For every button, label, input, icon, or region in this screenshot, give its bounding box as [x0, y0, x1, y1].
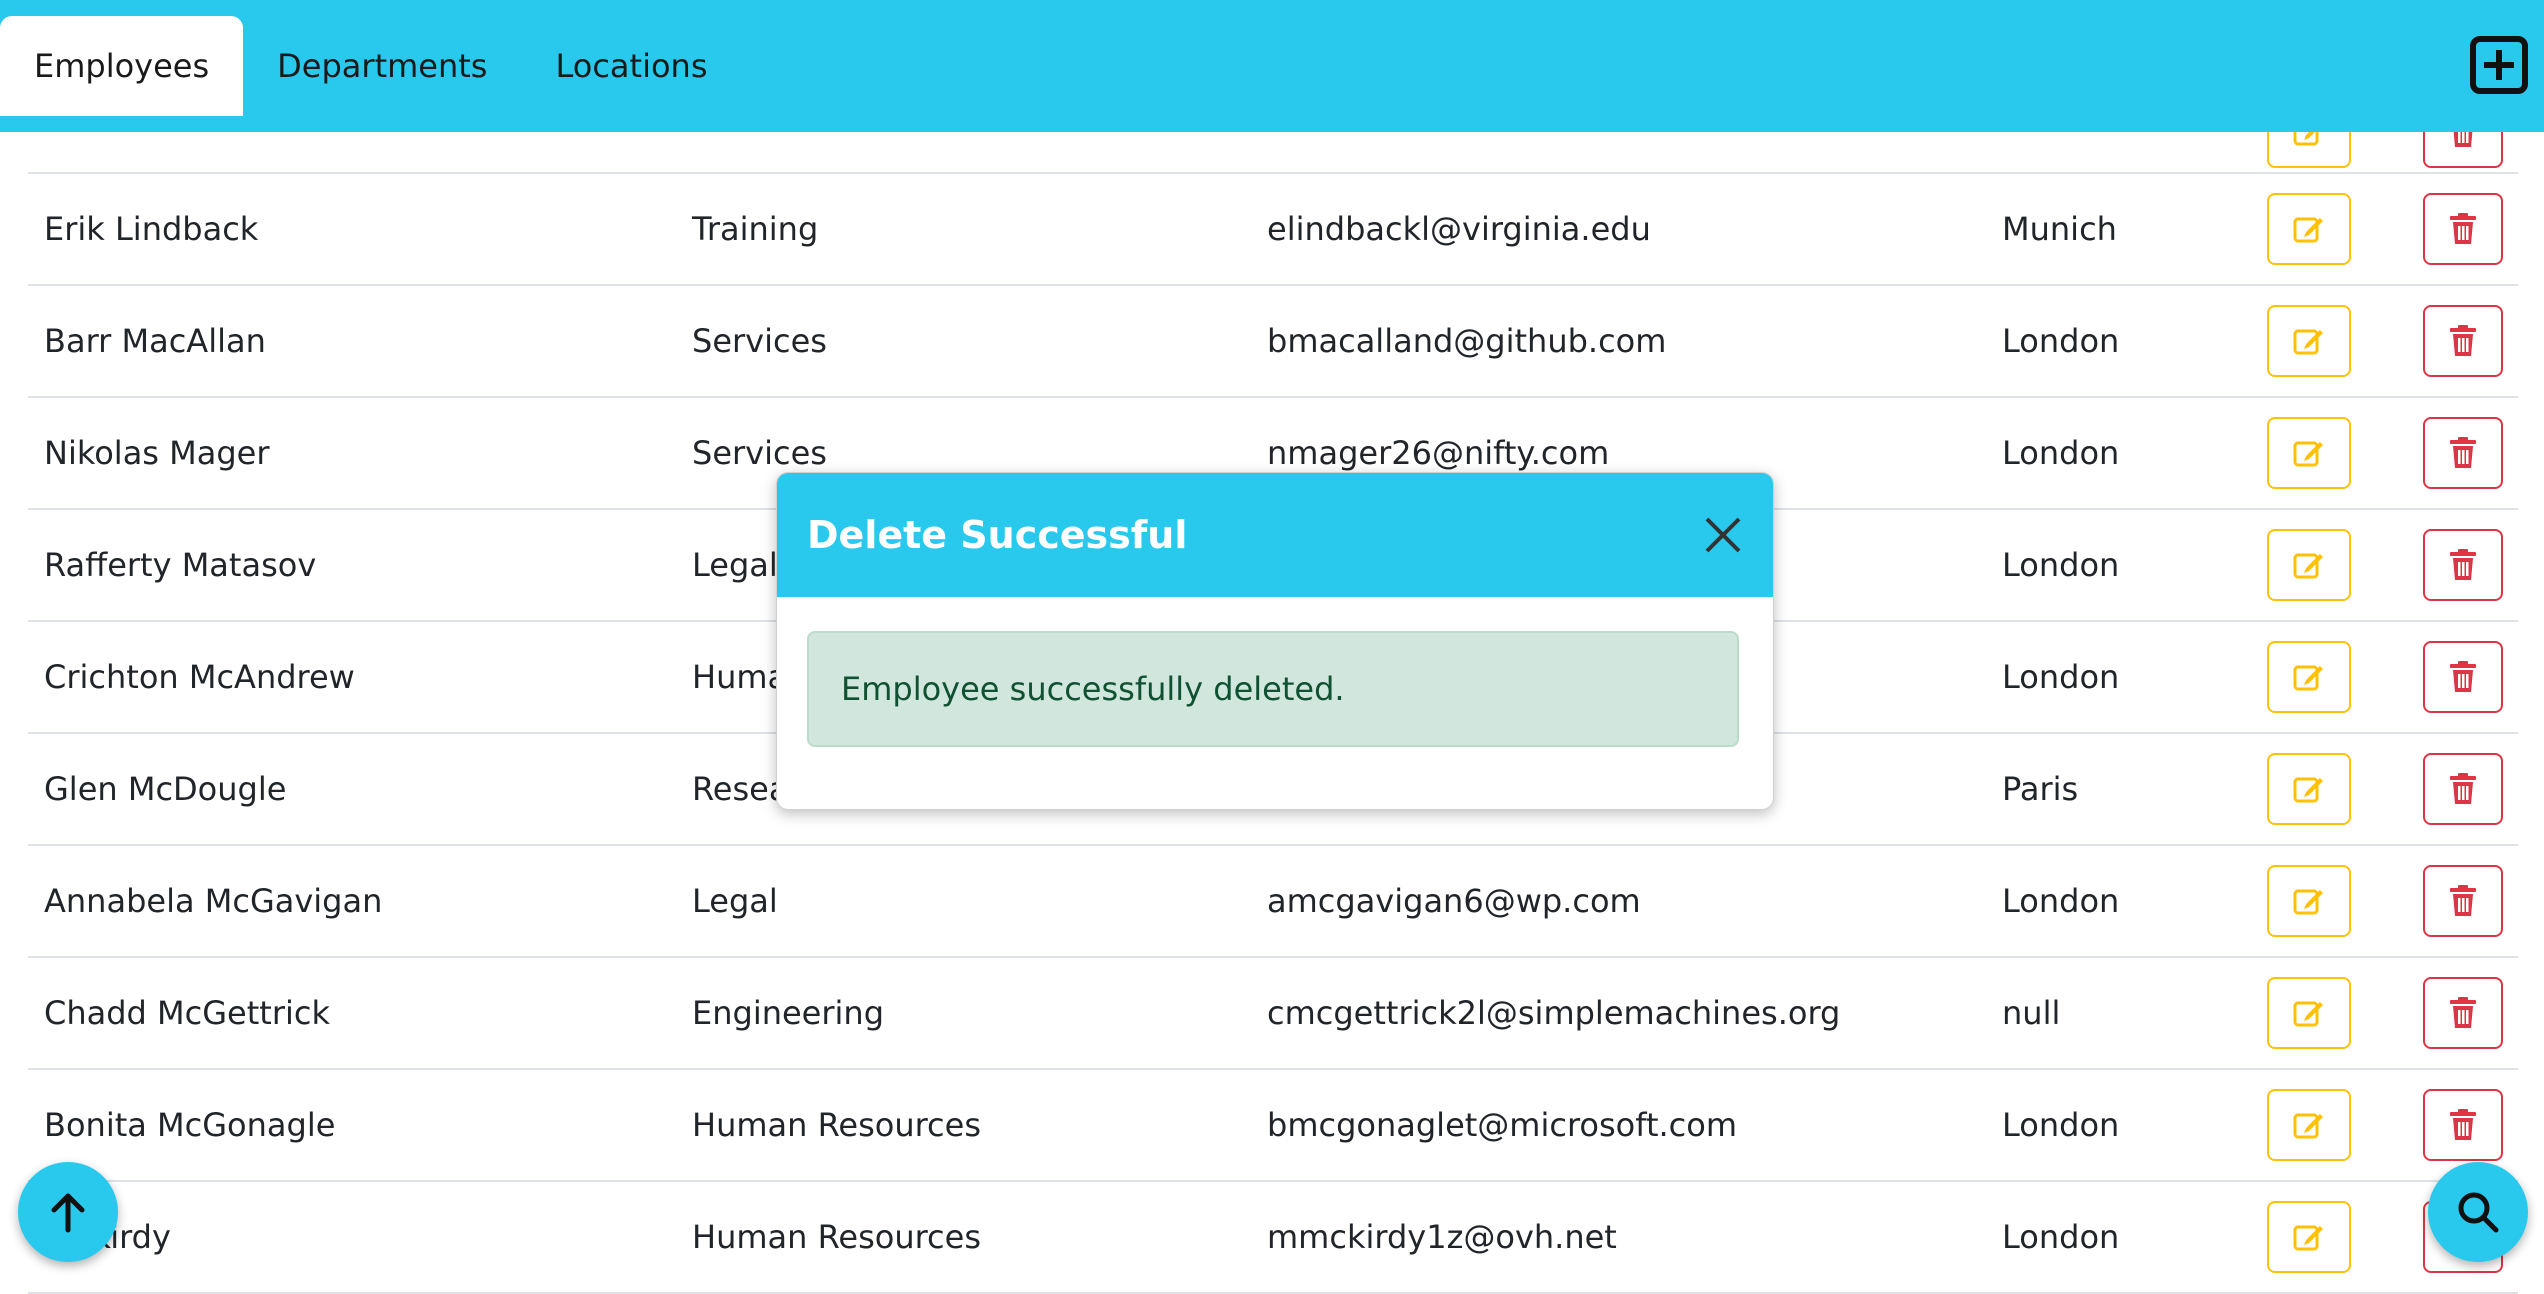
delete-button[interactable]	[2423, 865, 2503, 937]
delete-button[interactable]	[2423, 641, 2503, 713]
delete-success-modal: Delete Successful Employee successfully …	[776, 472, 1774, 810]
top-navbar: Employees Departments Locations	[0, 0, 2544, 132]
employee-name: Chadd McGettrick	[44, 994, 330, 1032]
employee-department: Legal	[692, 882, 778, 920]
employee-email: bmcgonaglet@microsoft.com	[1267, 1106, 1737, 1144]
arrow-up-icon	[51, 1193, 85, 1233]
trash-icon	[2448, 772, 2478, 806]
employee-email: cmcgettrick2l@simplemachines.org	[1267, 994, 1841, 1032]
employee-location: London	[2002, 434, 2120, 472]
table-row: Annabela McGavigan Legal amcgavigan6@wp.co…	[28, 846, 2518, 958]
edit-button[interactable]	[2267, 529, 2351, 601]
trash-icon	[2448, 1108, 2478, 1142]
scroll-to-top-button[interactable]	[18, 1162, 118, 1262]
modal-title: Delete Successful	[807, 513, 1188, 557]
edit-icon	[2292, 212, 2326, 246]
employee-department: Huma	[692, 658, 788, 696]
trash-icon	[2448, 660, 2478, 694]
employee-name: Rafferty Matasov	[44, 546, 317, 584]
employee-location: London	[2002, 546, 2120, 584]
delete-button[interactable]	[2423, 305, 2503, 377]
table-row: Erik Lindback Training elindbackl@virginia…	[28, 174, 2518, 286]
employee-department: Legal	[692, 546, 778, 584]
employee-name: Nikolas Mager	[44, 434, 270, 472]
employee-department: Services	[692, 322, 827, 360]
success-alert: Employee successfully deleted.	[807, 631, 1739, 747]
edit-button[interactable]	[2267, 193, 2351, 265]
close-icon	[1705, 517, 1741, 553]
table-row: Chadd McGettrick Engineering cmcgettrick2l…	[28, 958, 2518, 1070]
trash-icon	[2448, 996, 2478, 1030]
delete-button[interactable]	[2423, 193, 2503, 265]
employee-department: Resea	[692, 770, 789, 808]
edit-button[interactable]	[2267, 1201, 2351, 1273]
delete-button[interactable]	[2423, 529, 2503, 601]
employee-department: Human Resources	[692, 1106, 981, 1144]
table-row: Barr MacAllan Services bmacalland@github.c…	[28, 286, 2518, 398]
employee-email: bmacalland@github.com	[1267, 322, 1667, 360]
employee-name: Barr MacAllan	[44, 322, 266, 360]
edit-button[interactable]	[2267, 417, 2351, 489]
edit-button[interactable]	[2267, 1089, 2351, 1161]
modal-header: Delete Successful	[777, 473, 1773, 597]
tab-departments[interactable]: Departments	[243, 16, 521, 116]
employee-location: London	[2002, 658, 2120, 696]
edit-icon	[2292, 660, 2326, 694]
edit-icon	[2292, 772, 2326, 806]
edit-icon	[2292, 884, 2326, 918]
edit-button[interactable]	[2267, 753, 2351, 825]
edit-button[interactable]	[2267, 977, 2351, 1049]
employee-location: London	[2002, 322, 2120, 360]
delete-button[interactable]	[2423, 1089, 2503, 1161]
employee-name: Annabela McGavigan	[44, 882, 383, 920]
employee-location: Munich	[2002, 210, 2117, 248]
edit-button[interactable]	[2267, 641, 2351, 713]
delete-button[interactable]	[2423, 977, 2503, 1049]
employee-email: elindbackl@virginia.edu	[1267, 210, 1651, 248]
delete-button[interactable]	[2423, 753, 2503, 825]
nav-tabs: Employees Departments Locations	[0, 16, 741, 116]
trash-icon	[2448, 212, 2478, 246]
employee-name: Bonita McGonagle	[44, 1106, 336, 1144]
employee-department: Engineering	[692, 994, 884, 1032]
trash-icon	[2448, 884, 2478, 918]
employee-name: Crichton McAndrew	[44, 658, 355, 696]
edit-button[interactable]	[2267, 305, 2351, 377]
search-button[interactable]	[2428, 1162, 2528, 1262]
tab-employees[interactable]: Employees	[0, 16, 244, 116]
delete-button[interactable]	[2423, 417, 2503, 489]
edit-icon	[2292, 996, 2326, 1030]
edit-button[interactable]	[2267, 865, 2351, 937]
table-row: McKirdyHuman Resourcesmmckirdy1z@ovh.net…	[28, 1182, 2518, 1294]
employee-location: Paris	[2002, 770, 2079, 808]
edit-icon	[2292, 1220, 2326, 1254]
trash-icon	[2448, 436, 2478, 470]
employee-location: London	[2002, 1106, 2120, 1144]
table-row: Bonita McGonagle Human Resources bmcgonagl…	[28, 1070, 2518, 1182]
add-employee-button[interactable]	[2470, 36, 2528, 94]
employee-name: Erik Lindback	[44, 210, 259, 248]
edit-icon	[2292, 1108, 2326, 1142]
trash-icon	[2448, 548, 2478, 582]
edit-icon	[2292, 436, 2326, 470]
close-button[interactable]	[1701, 513, 1745, 557]
edit-icon	[2292, 548, 2326, 582]
employee-department: Training	[692, 210, 819, 248]
table-row	[28, 96, 2518, 174]
search-icon	[2458, 1192, 2499, 1233]
employee-location: null	[2002, 994, 2061, 1032]
trash-icon	[2448, 324, 2478, 358]
edit-icon	[2292, 324, 2326, 358]
tab-locations[interactable]: Locations	[521, 16, 741, 116]
employee-name: Glen McDougle	[44, 770, 287, 808]
employee-location: London	[2002, 882, 2120, 920]
employee-email: amcgavigan6@wp.com	[1267, 882, 1641, 920]
